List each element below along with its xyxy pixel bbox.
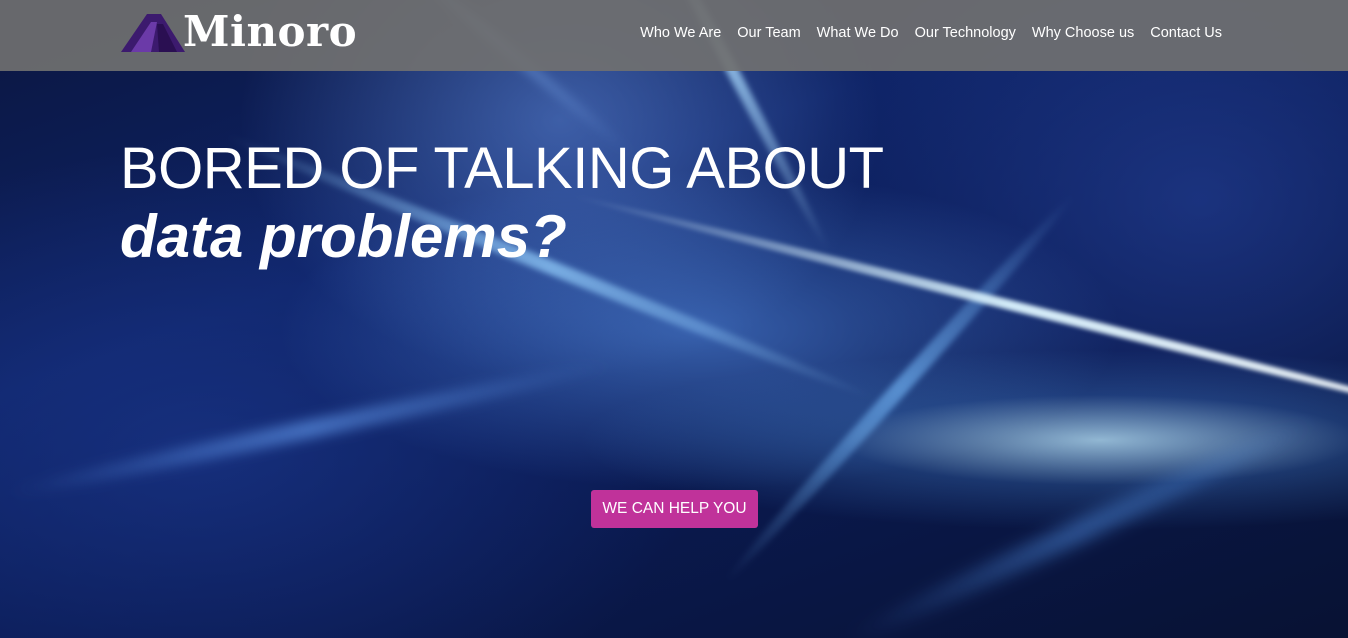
nav-who-we-are[interactable]: Who We Are <box>640 25 721 41</box>
hero-section: Minoro Who We Are Our Team What We Do Ou… <box>0 0 1348 638</box>
light-streak <box>4 355 616 503</box>
headline-primary: BORED OF TALKING ABOUT <box>120 136 884 201</box>
minoro-logo-mark-icon <box>121 14 185 52</box>
nav-why-choose-us[interactable]: Why Choose us <box>1032 25 1134 41</box>
nav-our-technology[interactable]: Our Technology <box>915 25 1016 41</box>
nav-contact-us[interactable]: Contact Us <box>1150 25 1222 41</box>
light-streak <box>839 411 1321 638</box>
top-navbar: Minoro Who We Are Our Team What We Do Ou… <box>0 0 1348 71</box>
brand-name: Minoro <box>183 7 358 56</box>
we-can-help-button[interactable]: WE CAN HELP YOU <box>591 490 758 528</box>
brand-logo[interactable]: Minoro <box>121 10 357 54</box>
nav-our-team[interactable]: Our Team <box>737 25 800 41</box>
headline-emphasis: data problems? <box>120 203 567 270</box>
hero-headline: BORED OF TALKING ABOUT data problems? <box>120 137 884 273</box>
nav-what-we-do[interactable]: What We Do <box>817 25 899 41</box>
main-nav: Who We Are Our Team What We Do Our Techn… <box>640 25 1222 41</box>
